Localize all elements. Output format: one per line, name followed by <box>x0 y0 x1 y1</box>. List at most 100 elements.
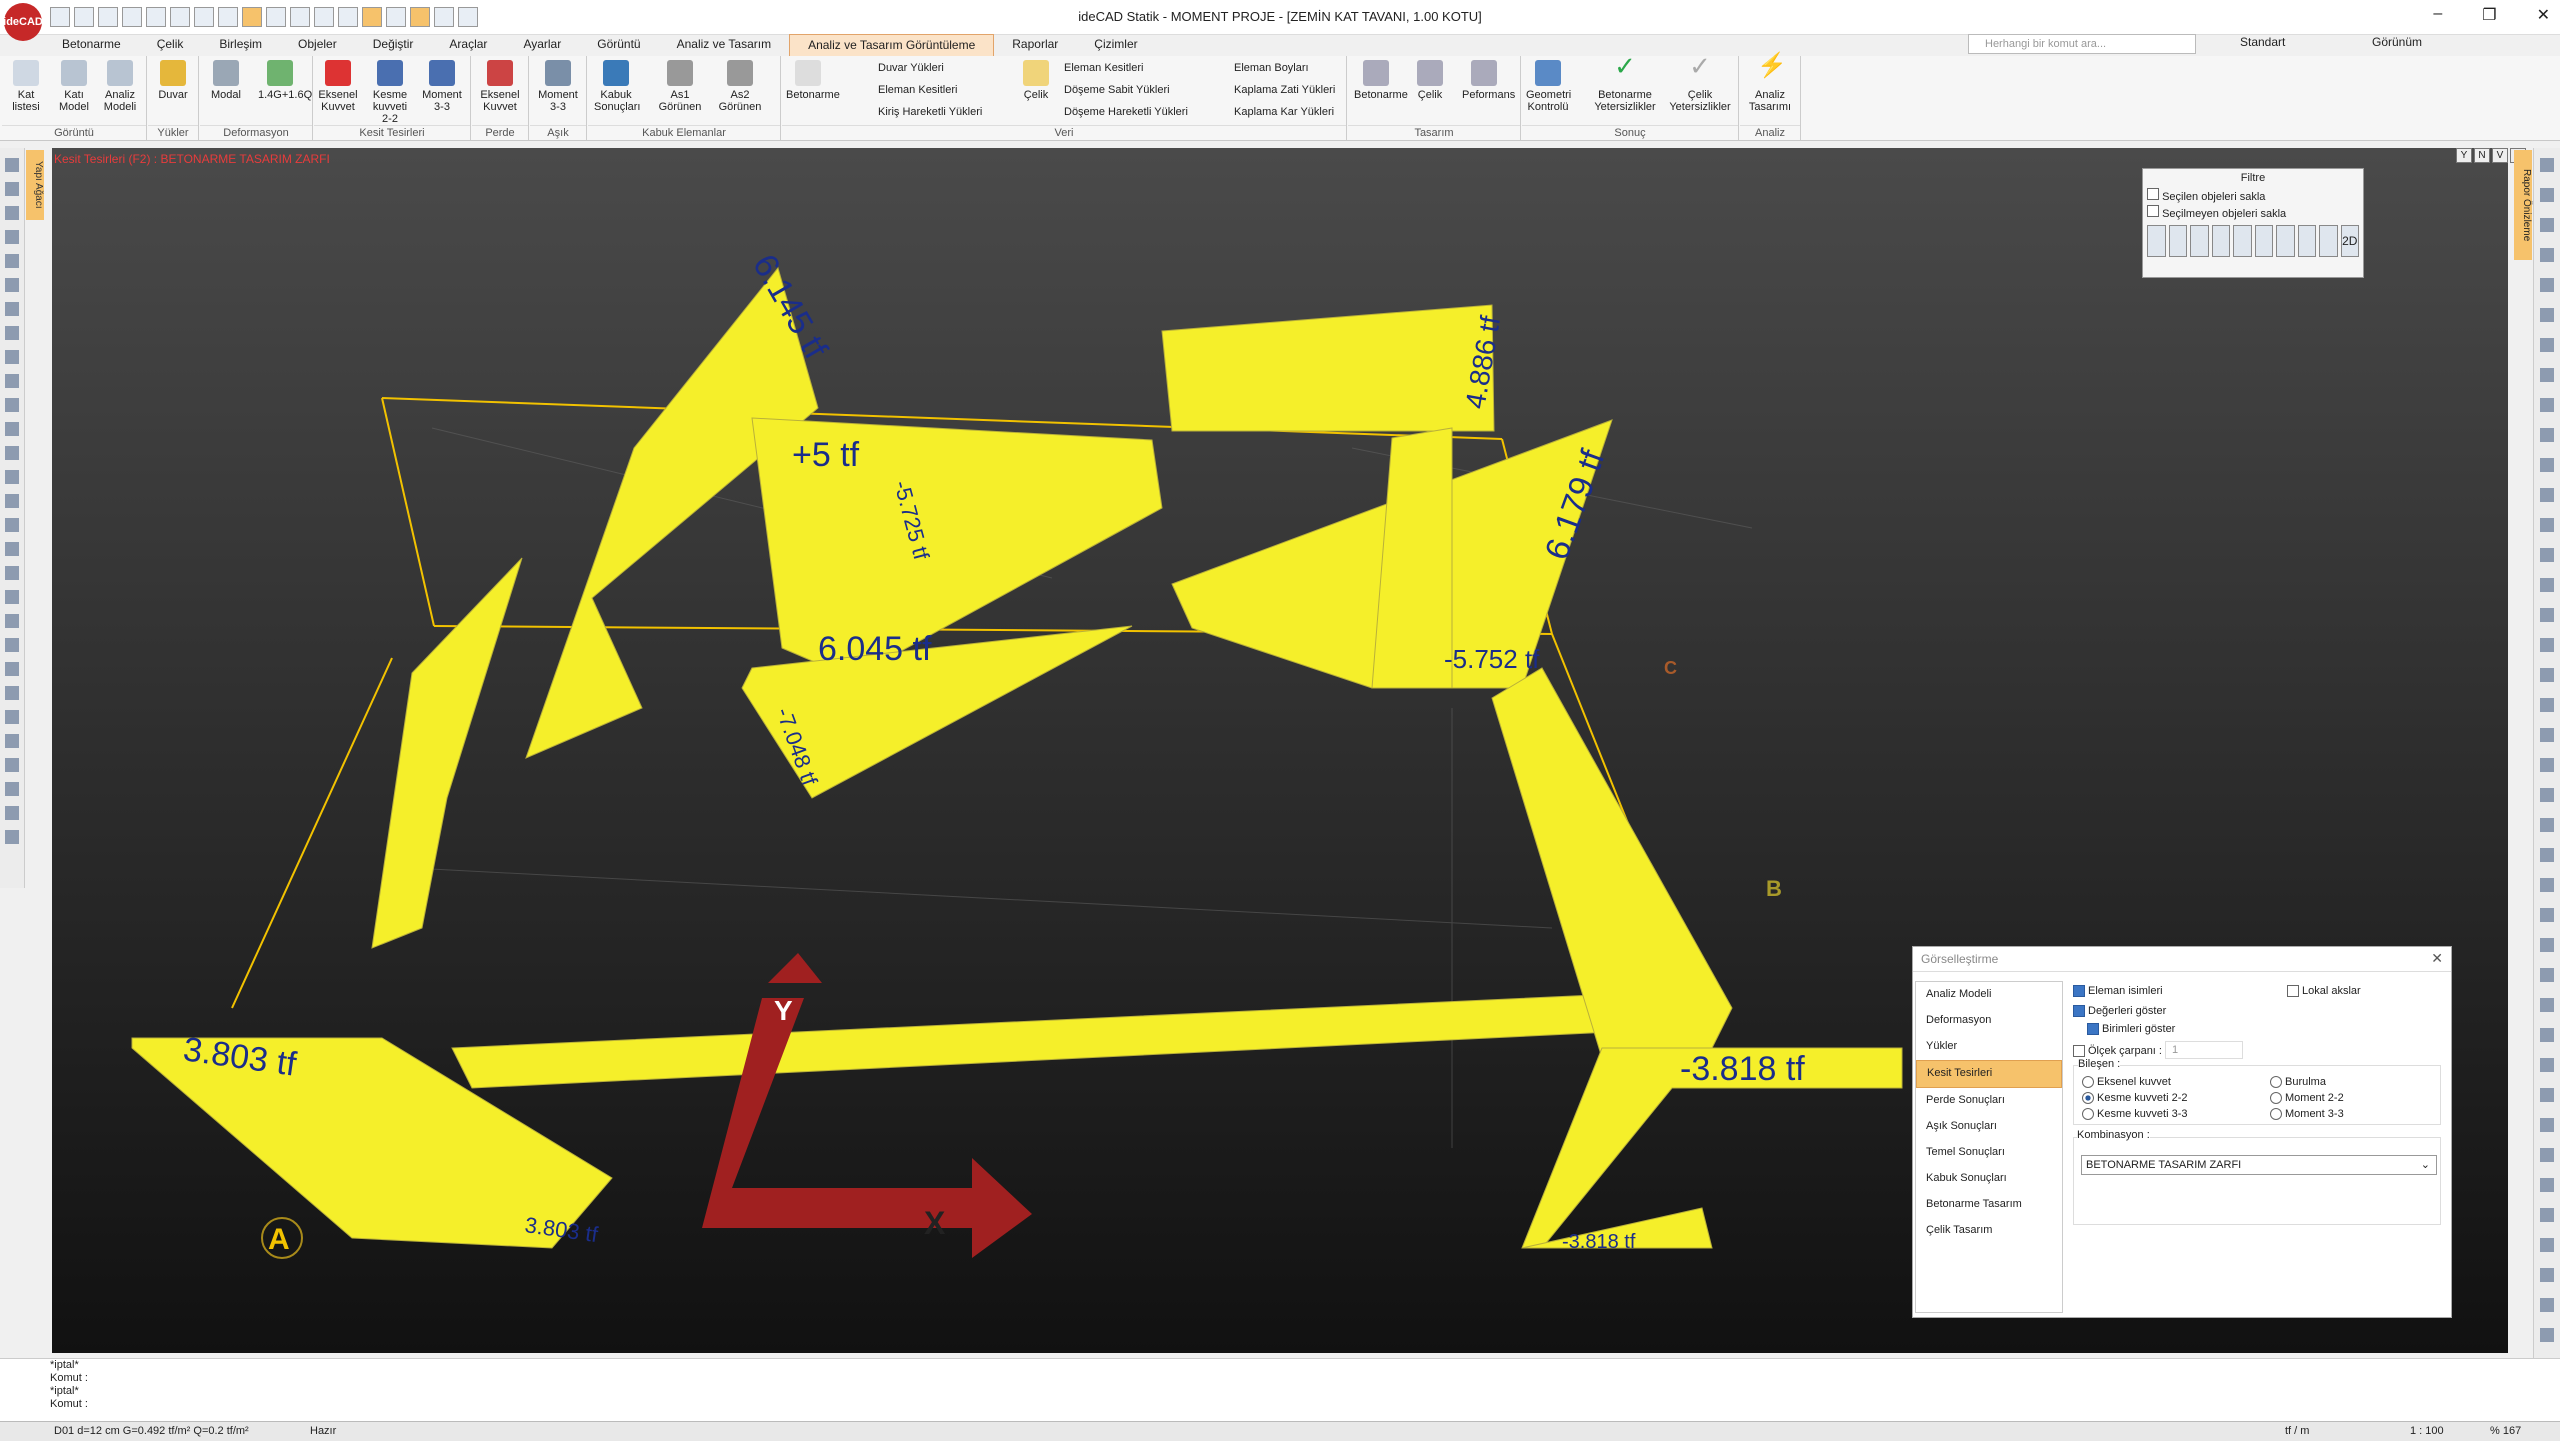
tab-celik[interactable]: Çelik <box>139 34 202 56</box>
tool-icon[interactable] <box>5 614 19 628</box>
tab-analiz-tasarim-goruntuleme[interactable]: Analiz ve Tasarım Görüntüleme <box>789 34 995 56</box>
list-item[interactable]: Perde Sonuçları <box>1916 1088 2062 1114</box>
tool-icon[interactable] <box>2540 368 2554 382</box>
tool-icon[interactable] <box>2540 1148 2554 1162</box>
tool-icon[interactable] <box>5 662 19 676</box>
tool-icon[interactable] <box>2540 1088 2554 1102</box>
radio-torsion[interactable]: Burulma <box>2270 1076 2326 1088</box>
view-dropdown[interactable]: Görünüm <box>2372 35 2422 49</box>
analiz-tasarimi-button[interactable]: ⚡ Analiz Tasarımı <box>1748 54 1792 114</box>
app-logo[interactable]: ideCAD <box>3 3 43 41</box>
tool-icon[interactable] <box>5 326 19 340</box>
tool-icon[interactable] <box>5 206 19 220</box>
tool-icon[interactable] <box>2540 1208 2554 1222</box>
veri-celik-button[interactable]: Çelik <box>1014 60 1058 101</box>
list-item-selected[interactable]: Kesit Tesirleri <box>1916 1060 2062 1088</box>
tool-icon[interactable] <box>2540 218 2554 232</box>
eleman-boylari-link[interactable]: Eleman Boyları <box>1234 62 1309 74</box>
tool-icon[interactable] <box>5 806 19 820</box>
tool-icon[interactable] <box>2540 158 2554 172</box>
tool-icon[interactable] <box>5 734 19 748</box>
hide-unselected-checkbox[interactable]: Seçilmeyen objeleri sakla <box>2143 204 2363 221</box>
status-scale[interactable]: 1 : 100 <box>2410 1422 2444 1441</box>
tool-icon[interactable] <box>5 278 19 292</box>
tool-icon[interactable] <box>5 710 19 724</box>
tool-icon[interactable] <box>5 230 19 244</box>
tool-icon[interactable] <box>5 638 19 652</box>
analiz-modeli-button[interactable]: Analiz Modeli <box>98 60 142 113</box>
kat-listesi-button[interactable]: Kat listesi <box>4 60 48 113</box>
filter-section-icon[interactable] <box>2319 225 2338 257</box>
kabuk-sonuclari-button[interactable]: Kabuk Sonuçları <box>594 60 640 113</box>
filter-block-icon[interactable] <box>2254 225 2273 257</box>
tool-icon[interactable] <box>5 158 19 172</box>
tool-icon[interactable] <box>2540 998 2554 1012</box>
tool-icon[interactable] <box>2540 518 2554 532</box>
tool-icon[interactable] <box>2540 788 2554 802</box>
tool-icon[interactable] <box>5 758 19 772</box>
tool-icon[interactable] <box>2540 968 2554 982</box>
tool-icon[interactable] <box>2540 428 2554 442</box>
celik-yetersizlikler-button[interactable]: ✓ Çelik Yetersizlikler <box>1668 53 1732 113</box>
tool-icon[interactable] <box>5 350 19 364</box>
tab-degistir[interactable]: Değiştir <box>355 34 432 56</box>
tool-icon[interactable] <box>5 254 19 268</box>
tool-icon[interactable] <box>2540 1298 2554 1312</box>
tab-analiz-tasarim[interactable]: Analiz ve Tasarım <box>659 34 789 56</box>
kaplama-kar-link[interactable]: Kaplama Kar Yükleri <box>1234 106 1334 118</box>
tool-icon[interactable] <box>2540 278 2554 292</box>
filter-wall-icon[interactable] <box>2190 225 2209 257</box>
tool-icon[interactable] <box>5 470 19 484</box>
tool-icon[interactable] <box>2540 248 2554 262</box>
command-prompt[interactable]: Komut : <box>0 1398 2560 1411</box>
tool-icon[interactable] <box>2540 1328 2554 1342</box>
tab-araclar[interactable]: Araçlar <box>431 34 505 56</box>
filter-foundation-icon[interactable] <box>2233 225 2252 257</box>
tasarim-betonarme-button[interactable]: Betonarme <box>1354 60 1408 101</box>
filter-door-icon[interactable] <box>2297 225 2316 257</box>
tab-cizimler[interactable]: Çizimler <box>1076 34 1155 56</box>
radio-axial[interactable]: Eksenel kuvvet <box>2082 1076 2171 1088</box>
list-item[interactable]: Yükler <box>1916 1034 2062 1060</box>
local-axes-checkbox[interactable]: Lokal akslar <box>2287 985 2361 997</box>
tool-icon[interactable] <box>2540 398 2554 412</box>
close-icon[interactable]: ✕ <box>2431 950 2443 967</box>
veri-betonarme-button[interactable]: Betonarme <box>786 60 840 101</box>
tool-icon[interactable] <box>2540 848 2554 862</box>
minimize-icon[interactable]: – <box>2433 5 2442 25</box>
tasarim-celik-button[interactable]: Çelik <box>1408 60 1452 101</box>
tool-icon[interactable] <box>2540 638 2554 652</box>
radio-moment-22[interactable]: Moment 2-2 <box>2270 1092 2344 1104</box>
structure-tree-tab[interactable]: Yapı Ağacı <box>26 150 44 220</box>
filter-column-icon[interactable] <box>2168 225 2187 257</box>
tool-icon[interactable] <box>5 830 19 844</box>
element-names-checkbox[interactable]: Eleman isimleri <box>2073 985 2163 997</box>
filter-slab-icon[interactable] <box>2211 225 2230 257</box>
scale-factor-checkbox[interactable]: Ölçek çarpanı : <box>2073 1045 2162 1057</box>
as2-button[interactable]: As2 Görünen <box>718 60 762 113</box>
tool-icon[interactable] <box>2540 308 2554 322</box>
tool-icon[interactable] <box>5 422 19 436</box>
close-icon[interactable]: ✕ <box>2537 5 2550 25</box>
tool-icon[interactable] <box>2540 938 2554 952</box>
tool-icon[interactable] <box>2540 338 2554 352</box>
show-values-checkbox[interactable]: Değerleri göster <box>2073 1005 2166 1017</box>
eksenel-kuvvet-button[interactable]: Eksenel Kuvvet <box>316 60 360 113</box>
modal-button[interactable]: Modal <box>204 60 248 101</box>
duvar-yukleri-link[interactable]: Duvar Yükleri <box>878 62 944 74</box>
tool-icon[interactable] <box>5 302 19 316</box>
command-search-input[interactable]: Herhangi bir komut ara... <box>1968 34 2196 54</box>
tool-icon[interactable] <box>5 182 19 196</box>
tool-icon[interactable] <box>2540 818 2554 832</box>
eleman-kesitleri-link[interactable]: Eleman Kesitleri <box>878 84 957 96</box>
status-units[interactable]: tf / m <box>2285 1422 2309 1441</box>
filter-beam-icon[interactable] <box>2147 225 2166 257</box>
tool-icon[interactable] <box>5 374 19 388</box>
as1-button[interactable]: As1 Görünen <box>658 60 702 113</box>
tool-icon[interactable] <box>5 398 19 412</box>
tool-icon[interactable] <box>2540 728 2554 742</box>
duvar-button[interactable]: Duvar <box>151 60 195 101</box>
tool-icon[interactable] <box>2540 1028 2554 1042</box>
betonarme-yetersizlikler-button[interactable]: ✓ Betonarme Yetersizlikler <box>1590 53 1660 113</box>
tool-icon[interactable] <box>2540 1238 2554 1252</box>
